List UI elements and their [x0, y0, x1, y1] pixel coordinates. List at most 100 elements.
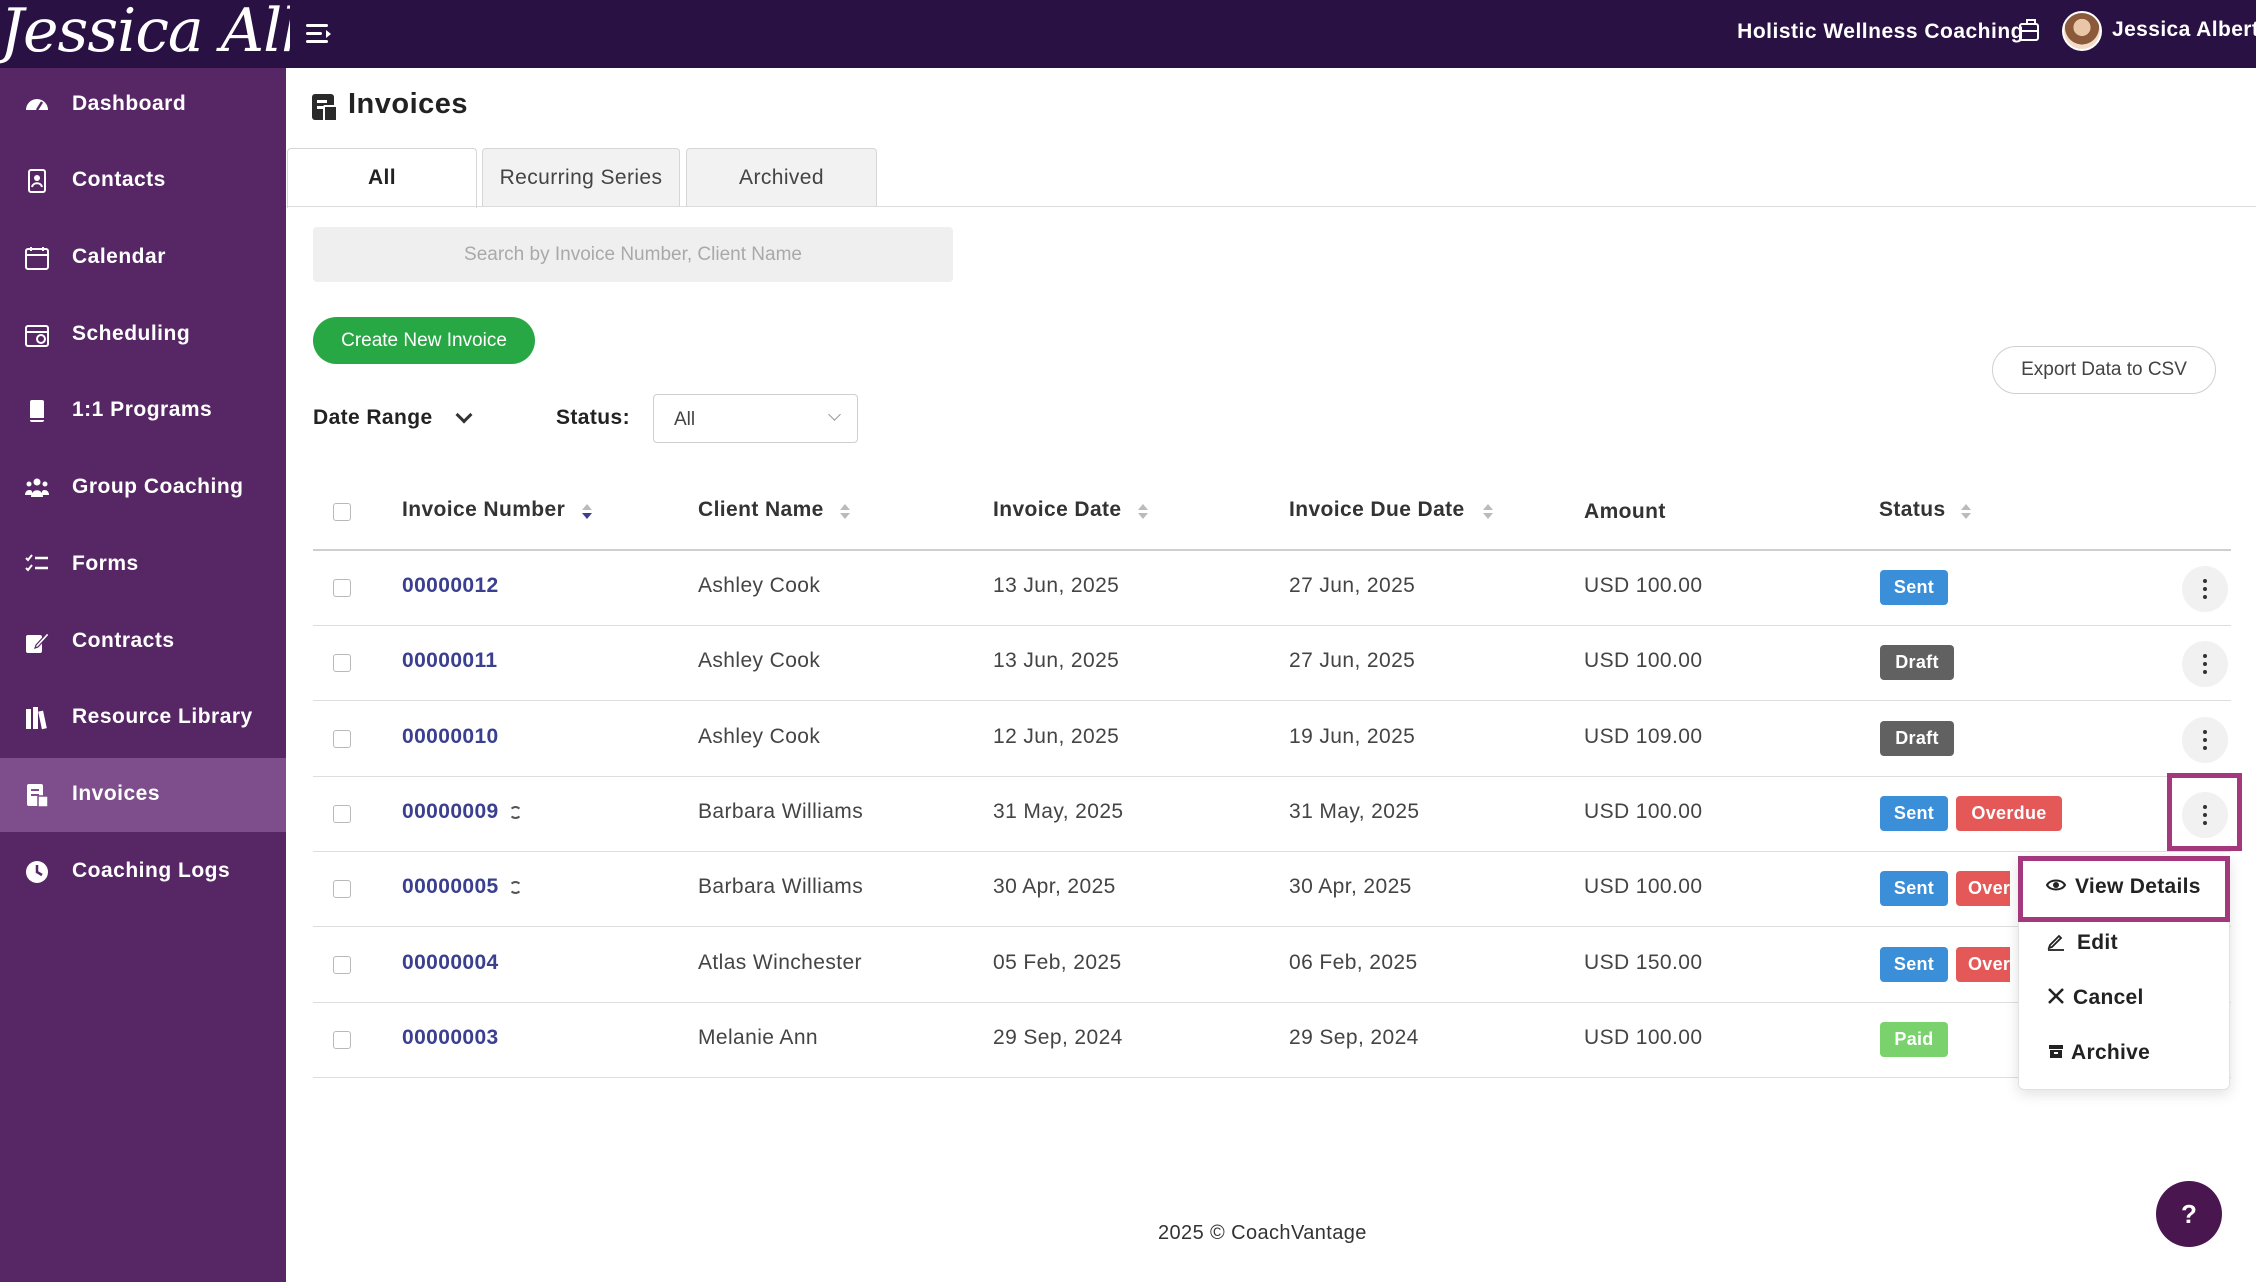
due-date-cell: 29 Sep, 2024	[1289, 1026, 1419, 1049]
menu-item-archive[interactable]: Archive	[2019, 1031, 2231, 1079]
user-name[interactable]: Jessica Albert	[2112, 18, 2256, 42]
invoice-number-cell: 00000003	[402, 1026, 499, 1050]
sidebar-item-coaching-logs[interactable]: Coaching Logs	[0, 835, 286, 909]
client-name-cell: Barbara Williams	[698, 875, 864, 898]
sort-icon[interactable]	[582, 504, 592, 520]
sidebar-item-group-coaching[interactable]: Group Coaching	[0, 451, 286, 525]
chevron-down-icon	[828, 408, 841, 421]
status-badge: Draft	[1880, 645, 1954, 680]
invoice-number-link[interactable]: 00000012	[402, 574, 499, 597]
tab-all[interactable]: All	[287, 148, 477, 208]
sidebar-item-1-1-programs[interactable]: 1:1 Programs	[0, 374, 286, 448]
row-divider	[313, 1077, 2231, 1078]
sidebar-item-label: Coaching Logs	[72, 859, 231, 882]
menu-item-edit[interactable]: Edit	[2019, 921, 2231, 969]
status-select[interactable]: All	[653, 394, 858, 443]
invoice-number-cell: 00000012	[402, 574, 499, 598]
eye-icon	[2045, 875, 2067, 897]
organization-name[interactable]: Holistic Wellness Coaching	[1737, 20, 2024, 44]
client-name-cell: Ashley Cook	[698, 574, 821, 597]
create-invoice-button[interactable]: Create New Invoice	[313, 317, 535, 364]
status-badge: Sent	[1880, 871, 1948, 906]
sort-icon[interactable]	[1483, 504, 1493, 520]
due-date-cell: 19 Jun, 2025	[1289, 725, 1416, 748]
menu-item-label: Archive	[2071, 1041, 2151, 1064]
amount-cell: USD 109.00	[1584, 725, 1703, 748]
chevron-down-icon[interactable]	[455, 406, 473, 424]
invoice-date-cell: 30 Apr, 2025	[993, 875, 1116, 898]
sidebar-item-contracts[interactable]: Contracts	[0, 605, 286, 679]
row-actions-kebab-icon[interactable]	[2182, 566, 2228, 612]
sidebar-item-label: Dashboard	[72, 92, 187, 115]
group-icon	[24, 475, 50, 501]
client-name-cell: Atlas Winchester	[698, 951, 862, 974]
menu-item-cancel[interactable]: Cancel	[2019, 976, 2231, 1024]
invoice-number-cell: 00000009	[402, 800, 522, 824]
contacts-icon	[24, 168, 50, 194]
status-filter-label: Status:	[556, 406, 630, 429]
sidebar-item-contacts[interactable]: Contacts	[0, 144, 286, 218]
sidebar-item-label: Calendar	[72, 245, 166, 268]
invoice-number-link[interactable]: 00000005	[402, 875, 499, 898]
row-actions-kebab-icon[interactable]	[2182, 641, 2228, 687]
menu-item-label: View Details	[2075, 875, 2201, 898]
status-select-value: All	[674, 409, 696, 430]
tab-recurring-series[interactable]: Recurring Series	[482, 148, 680, 207]
menu-item-label: Edit	[2077, 931, 2118, 954]
page-title: Invoices	[348, 88, 469, 120]
tabs-divider	[286, 206, 2256, 207]
select-all-checkbox[interactable]	[333, 503, 351, 521]
invoice-icon	[312, 94, 338, 122]
table-row: 00000009 Barbara Williams 31 May, 2025 31 M…	[313, 776, 2231, 851]
sidebar-item-forms[interactable]: Forms	[0, 528, 286, 602]
sort-icon[interactable]	[1138, 504, 1148, 520]
brand-logo[interactable]: Jessica Albert	[0, 0, 290, 70]
header-status[interactable]: Status	[1879, 498, 1946, 522]
footer-copyright: 2025 © CoachVantage	[1158, 1222, 1367, 1244]
invoice-date-cell: 31 May, 2025	[993, 800, 1124, 823]
briefcase-icon[interactable]	[2019, 19, 2039, 41]
invoice-date-cell: 12 Jun, 2025	[993, 725, 1120, 748]
tab-archived[interactable]: Archived	[686, 148, 877, 207]
invoice-number-cell: 00000005	[402, 875, 522, 899]
top-bar: Jessica Albert Holistic Wellness Coachin…	[0, 0, 2256, 68]
invoice-number-link[interactable]: 00000011	[402, 649, 497, 672]
header-client-name[interactable]: Client Name	[698, 498, 824, 522]
invoice-number-link[interactable]: 00000009	[402, 800, 499, 823]
pencil-icon	[2045, 931, 2067, 953]
client-name-cell: Ashley Cook	[698, 649, 821, 672]
status-badge: Paid	[1880, 1022, 1948, 1057]
amount-cell: USD 100.00	[1584, 1026, 1703, 1049]
invoice-number-link[interactable]: 00000004	[402, 951, 499, 974]
invoice-number-link[interactable]: 00000003	[402, 1026, 499, 1049]
menu-toggle-icon[interactable]	[306, 22, 334, 46]
export-csv-button[interactable]: Export Data to CSV	[1992, 346, 2216, 394]
header-invoice-date[interactable]: Invoice Date	[993, 498, 1122, 522]
sidebar-item-label: Contracts	[72, 629, 175, 652]
sidebar-item-scheduling[interactable]: Scheduling	[0, 298, 286, 372]
menu-item-view-details[interactable]: View Details	[2019, 865, 2231, 913]
table-row: 00000012 Ashley Cook 13 Jun, 2025 27 Jun, 2…	[313, 550, 2231, 625]
sort-icon[interactable]	[1961, 504, 1971, 520]
header-invoice-number[interactable]: Invoice Number	[402, 498, 565, 522]
sidebar-item-dashboard[interactable]: Dashboard	[0, 68, 286, 142]
header-due-date[interactable]: Invoice Due Date	[1289, 498, 1465, 522]
due-date-cell: 27 Jun, 2025	[1289, 649, 1416, 672]
sidebar-item-resource-library[interactable]: Resource Library	[0, 681, 286, 755]
scheduling-icon	[24, 322, 50, 348]
status-badge: Sent	[1880, 570, 1948, 605]
avatar[interactable]	[2062, 11, 2102, 51]
sidebar-item-calendar[interactable]: Calendar	[0, 221, 286, 295]
invoice-number-link[interactable]: 00000010	[402, 725, 499, 748]
sidebar-item-label: 1:1 Programs	[72, 398, 213, 421]
due-date-cell: 30 Apr, 2025	[1289, 875, 1412, 898]
client-name-cell: Melanie Ann	[698, 1026, 818, 1049]
help-button[interactable]: ?	[2156, 1181, 2222, 1247]
row-actions-kebab-icon[interactable]	[2182, 717, 2228, 763]
sort-icon[interactable]	[840, 504, 850, 520]
date-range-filter[interactable]: Date Range	[313, 406, 433, 430]
sidebar-item-label: Invoices	[72, 782, 161, 805]
search-input[interactable]	[313, 227, 953, 282]
sidebar-item-invoices[interactable]: Invoices	[0, 758, 286, 832]
sidebar-item-label: Scheduling	[72, 322, 191, 345]
